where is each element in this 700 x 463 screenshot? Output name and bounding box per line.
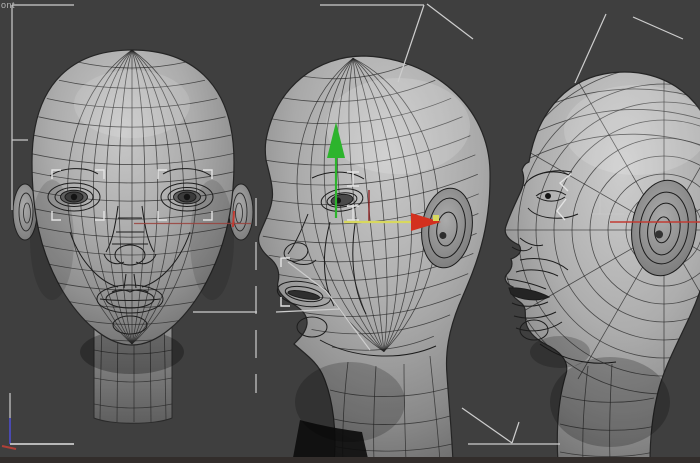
viewport-label: ont — [1, 0, 16, 10]
3d-viewport[interactable]: ont — [0, 0, 700, 463]
viewport-bottom-edge — [0, 457, 700, 463]
gizmo-end-handle[interactable] — [433, 215, 439, 221]
red-tick-ear — [232, 210, 235, 228]
